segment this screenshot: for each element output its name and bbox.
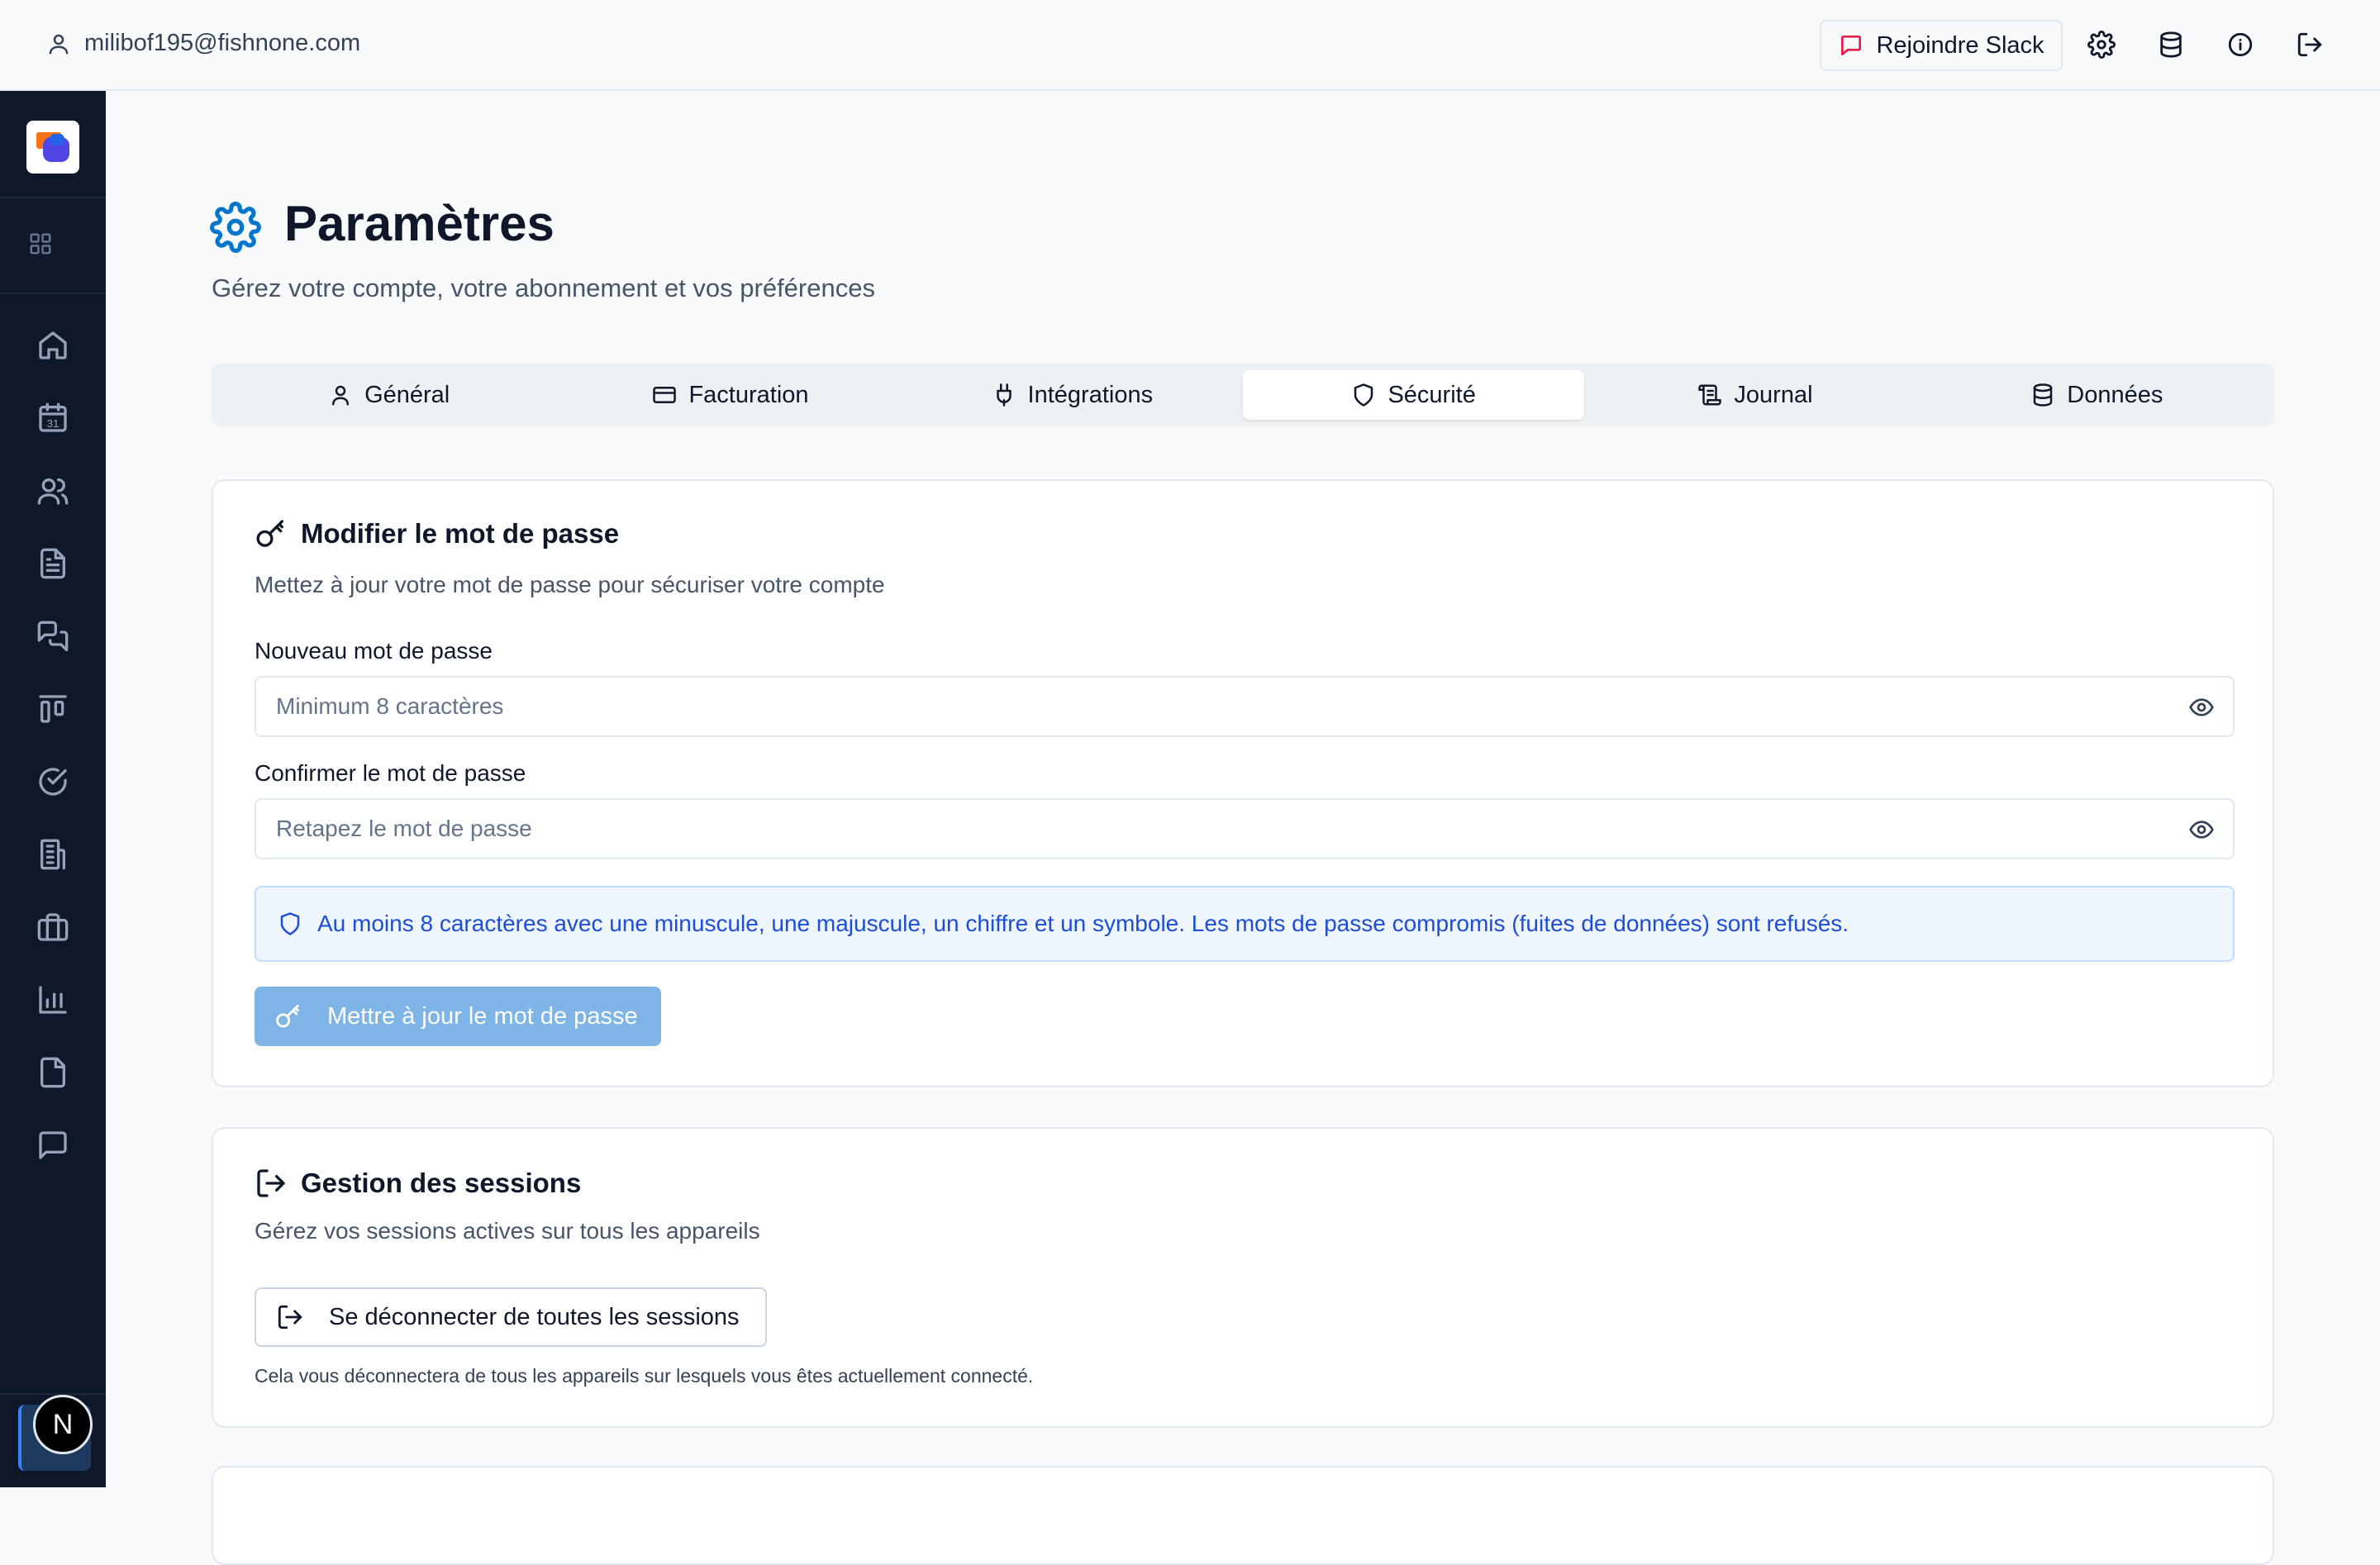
shield-icon — [1351, 383, 1376, 407]
logout-icon[interactable] — [2296, 31, 2325, 60]
user-email: milibof195@fishnone.com — [84, 30, 361, 56]
logout-all-label: Se déconnecter de toutes les sessions — [329, 1303, 740, 1330]
scroll-icon — [1697, 383, 1722, 407]
kanban-icon[interactable] — [36, 692, 69, 725]
next-card — [212, 1466, 2274, 1565]
card-title-text: Gestion des sessions — [301, 1168, 582, 1198]
tab-data[interactable]: Données — [1926, 370, 2268, 420]
new-password-input[interactable] — [256, 678, 2177, 735]
sessions-note: Cela vous déconnectera de tous les appar… — [255, 1365, 1034, 1387]
eye-icon[interactable] — [2188, 694, 2215, 721]
grid-icon[interactable] — [28, 231, 53, 256]
password-requirements-hint: Au moins 8 caractères avec une minuscule… — [255, 886, 2235, 962]
bar-chart-icon[interactable] — [36, 983, 69, 1016]
user-icon — [328, 383, 353, 407]
credit-card-icon — [652, 383, 677, 407]
check-circle-icon[interactable] — [36, 765, 69, 798]
sidebar-divider — [0, 293, 106, 294]
new-password-field[interactable] — [255, 676, 2235, 737]
sidebar-divider — [0, 1393, 106, 1395]
top-bar: milibof195@fishnone.com Rejoindre Slack — [0, 0, 2380, 91]
message-square-icon — [1838, 32, 1864, 59]
tab-general[interactable]: Général — [218, 370, 559, 420]
messages-icon[interactable] — [36, 620, 69, 653]
document-icon[interactable] — [36, 547, 69, 580]
settings-tabs: Général Facturation Intégrations Sécurit… — [212, 364, 2274, 426]
database-icon[interactable] — [2157, 31, 2187, 60]
update-password-label: Mettre à jour le mot de passe — [327, 1002, 638, 1030]
building-icon[interactable] — [36, 838, 69, 871]
logout-icon — [255, 1167, 288, 1200]
sessions-card-description: Gérez vos sessions actives sur tous les … — [255, 1218, 760, 1244]
file-icon[interactable] — [36, 1056, 69, 1089]
tab-label: Journal — [1734, 381, 1813, 408]
sessions-card: Gestion des sessions Gérez vos sessions … — [212, 1127, 2274, 1428]
new-password-label: Nouveau mot de passe — [255, 638, 493, 664]
shield-icon — [278, 911, 302, 936]
home-icon[interactable] — [36, 329, 69, 362]
eye-icon[interactable] — [2188, 816, 2215, 843]
tab-label: Intégrations — [1027, 381, 1154, 408]
tab-security[interactable]: Sécurité — [1242, 370, 1585, 420]
user-icon — [46, 31, 71, 56]
next-dev-badge[interactable]: N — [33, 1395, 93, 1454]
info-icon[interactable] — [2226, 31, 2256, 60]
tab-label: Général — [364, 381, 450, 408]
sessions-card-title: Gestion des sessions — [255, 1167, 581, 1200]
users-icon[interactable] — [36, 474, 69, 507]
tab-integrations[interactable]: Intégrations — [902, 370, 1243, 420]
confirm-password-field[interactable] — [255, 798, 2235, 859]
page-title: Paramètres — [284, 196, 555, 251]
logout-icon — [276, 1303, 304, 1331]
chat-icon[interactable] — [36, 1129, 69, 1162]
password-card: Modifier le mot de passe Mettez à jour v… — [212, 479, 2274, 1087]
tab-label: Facturation — [688, 381, 809, 408]
key-icon — [274, 1002, 302, 1030]
sidebar-divider — [0, 197, 106, 198]
svg-text:31: 31 — [47, 417, 60, 430]
briefcase-icon[interactable] — [36, 911, 69, 944]
tab-journal[interactable]: Journal — [1584, 370, 1925, 420]
tab-label: Données — [2067, 381, 2163, 408]
settings-gear-icon — [210, 202, 261, 253]
join-slack-label: Rejoindre Slack — [1876, 31, 2044, 59]
join-slack-button[interactable]: Rejoindre Slack — [1820, 20, 2063, 71]
plug-icon — [992, 383, 1016, 407]
hint-text: Au moins 8 caractères avec une minuscule… — [317, 911, 1849, 936]
tab-label: Sécurité — [1388, 381, 1476, 408]
password-card-description: Mettez à jour votre mot de passe pour sé… — [255, 572, 885, 597]
database-icon — [2030, 383, 2055, 407]
app-logo[interactable] — [26, 121, 79, 174]
key-icon — [255, 517, 288, 550]
sidebar: 31 — [0, 91, 106, 1487]
calendar-icon[interactable]: 31 — [36, 402, 69, 435]
gear-icon[interactable] — [2087, 31, 2117, 60]
user-account[interactable]: milibof195@fishnone.com — [46, 30, 360, 57]
card-title-text: Modifier le mot de passe — [301, 518, 620, 549]
page-subtitle: Gérez votre compte, votre abonnement et … — [212, 274, 875, 302]
tab-billing[interactable]: Facturation — [559, 370, 901, 420]
confirm-password-label: Confirmer le mot de passe — [255, 760, 526, 786]
logout-all-sessions-button[interactable]: Se déconnecter de toutes les sessions — [255, 1287, 767, 1347]
update-password-button[interactable]: Mettre à jour le mot de passe — [255, 987, 661, 1046]
confirm-password-input[interactable] — [256, 800, 2177, 858]
password-card-title: Modifier le mot de passe — [255, 517, 619, 550]
